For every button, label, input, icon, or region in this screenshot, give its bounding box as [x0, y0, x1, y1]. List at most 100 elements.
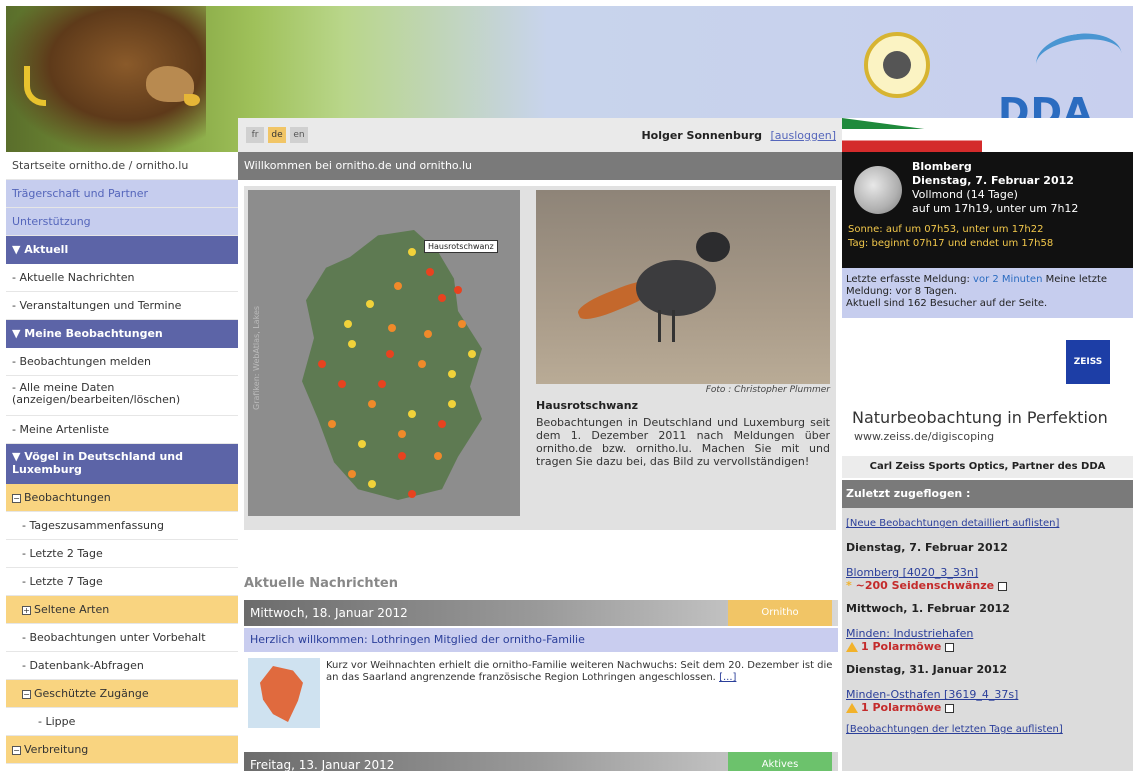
news-body: Kurz vor Weihnachten erhielt die ornitho… [326, 660, 833, 683]
sidebar-item-home[interactable]: Startseite ornitho.de / ornitho.lu [6, 152, 238, 180]
sighting-place-link[interactable]: Minden: Industriehafen [846, 627, 1129, 640]
sidebar-item-support[interactable]: Unterstützung [6, 208, 238, 236]
sidebar-item-label: Beobachtungen [24, 491, 111, 504]
sidebar-item-species-list[interactable]: - Meine Artenliste [6, 416, 238, 444]
sidebar-item-pending[interactable]: - Beobachtungen unter Vorbehalt [6, 624, 238, 652]
lang-fr-button[interactable]: fr [246, 127, 264, 143]
sidebar-section-aktuell[interactable]: ▼ Aktuell [6, 236, 238, 264]
news-category-tag[interactable]: Aktives [728, 752, 832, 771]
observation-dot [448, 400, 456, 408]
welcome-bar: Willkommen bei ornitho.de und ornitho.lu [238, 152, 842, 180]
sighting-count-text: 1 Polarmöwe [861, 701, 942, 714]
news-category-tag[interactable]: Ornitho [728, 600, 832, 626]
observation-dot [398, 452, 406, 460]
sidebar-item-events[interactable]: - Veranstaltungen und Termine [6, 292, 238, 320]
warning-icon [846, 642, 858, 652]
europe-map-thumbnail[interactable] [248, 658, 320, 728]
status-last-report: vor 2 Minuten [973, 274, 1043, 285]
collapse-icon: − [12, 493, 21, 503]
news-date: Freitag, 13. Januar 2012 [250, 758, 395, 771]
sidebar-item-distribution[interactable]: − Verbreitung [6, 736, 238, 764]
sidebar-item-label: Verbreitung [24, 743, 89, 756]
sighting-count: * ~200 Seidenschwänze [846, 579, 1129, 592]
sighting-date: Mittwoch, 1. Februar 2012 [846, 602, 1010, 615]
expand-icon: + [22, 605, 31, 615]
astro-info-box: Blomberg Dienstag, 7. Februar 2012 Vollm… [842, 152, 1133, 268]
sidebar-item-rare[interactable]: + Seltene Arten [6, 596, 238, 624]
sighting-place-link[interactable]: Minden-Osthafen [3619_4_37s] [846, 688, 1129, 701]
sidebar-item-all-data[interactable]: - Alle meine Daten (anzeigen/bearbeiten/… [6, 376, 238, 416]
redstart-leg [658, 310, 661, 342]
details-icon[interactable] [998, 581, 1008, 591]
lang-de-button[interactable]: de [268, 127, 286, 143]
observation-dot [394, 282, 402, 290]
sighting-count: 1 Polarmöwe [846, 640, 1129, 653]
sighting-place-link[interactable]: Blomberg [4020_3_33n] [846, 566, 1129, 579]
details-icon[interactable] [945, 642, 955, 652]
feature-title: Hausrotschwanz [536, 399, 638, 412]
observation-dot [454, 286, 462, 294]
star-icon: * [846, 579, 852, 592]
logout-link[interactable]: [ausloggen] [770, 129, 836, 142]
germany-map-shape [302, 230, 482, 500]
observation-dot [438, 420, 446, 428]
sighting-count: 1 Polarmöwe [846, 701, 1129, 714]
main-content: fr de en Holger Sonnenburg [ausloggen] W… [238, 118, 842, 771]
sidebar-section-label: Vögel in Deutschland und Luxemburg [12, 450, 183, 476]
observation-dot [338, 380, 346, 388]
status-prefix: Letzte erfasste Meldung: [846, 274, 970, 285]
sponsor-url[interactable]: www.zeiss.de/digiscoping [854, 430, 994, 443]
redstart-head [696, 232, 730, 262]
sidebar-item-news[interactable]: - Aktuelle Nachrichten [6, 264, 238, 292]
zeiss-logo[interactable]: ZEISS [1066, 340, 1110, 384]
lang-en-button[interactable]: en [290, 127, 308, 143]
owl-seal-logo [864, 32, 930, 98]
news-title-link[interactable]: Herzlich willkommen: Lothringen Mitglied… [244, 628, 838, 652]
observation-dot [408, 490, 416, 498]
sidebar-item-lippe[interactable]: - Lippe [6, 708, 238, 736]
sidebar-item-last-2-days[interactable]: - Letzte 2 Tage [6, 540, 238, 568]
sidebar-item-report[interactable]: - Beobachtungen melden [6, 348, 238, 376]
sidebar-section-observations[interactable]: ▼ Meine Beobachtungen [6, 320, 238, 348]
redstart-leg [672, 310, 675, 342]
sighting-count-text: ~200 Seidenschwänze [855, 579, 995, 592]
list-new-observations-link[interactable]: [Neue Beobachtungen detailliert aufliste… [846, 518, 1129, 529]
news-date-bar: Mittwoch, 18. Januar 2012 Ornitho [244, 600, 838, 626]
sidebar-item-label: Seltene Arten [34, 603, 110, 616]
sidebar-item-partners[interactable]: Trägerschaft und Partner [6, 180, 238, 208]
sidebar-item-queries[interactable]: - Datenbank-Abfragen [6, 652, 238, 680]
news-heading: Aktuelle Nachrichten [244, 576, 398, 591]
sponsor-partner-bar: Carl Zeiss Sports Optics, Partner des DD… [842, 456, 1133, 478]
moon-icon [854, 166, 902, 214]
status-visitors: Aktuell sind 162 Besucher auf der Seite. [846, 298, 1048, 309]
warning-icon [846, 703, 858, 713]
sidebar-item-protected[interactable]: − Geschützte Zugänge [6, 680, 238, 708]
observation-dot [386, 350, 394, 358]
news-date-bar: Freitag, 13. Januar 2012 Aktives [244, 752, 838, 771]
sidebar-item-daily[interactable]: - Tageszusammenfassung [6, 512, 238, 540]
observation-dot [348, 340, 356, 348]
sidebar-section-label: Meine Beobachtungen [24, 327, 163, 340]
observation-dot [448, 370, 456, 378]
read-more-link[interactable]: [...] [719, 672, 736, 683]
sidebar: Startseite ornitho.de / ornitho.lu Träge… [6, 152, 238, 771]
astro-date: Dienstag, 7. Februar 2012 [912, 174, 1074, 187]
list-recent-days-link[interactable]: [Beobachtungen der letzten Tage aufliste… [846, 724, 1129, 735]
observation-dot [398, 430, 406, 438]
details-icon[interactable] [945, 703, 955, 713]
sidebar-item-beobachtungen[interactable]: − Beobachtungen [6, 484, 238, 512]
sidebar-item-last-7-days[interactable]: - Letzte 7 Tage [6, 568, 238, 596]
language-bar: fr de en Holger Sonnenburg [ausloggen] [238, 118, 842, 152]
astro-location: Blomberg [912, 160, 972, 173]
observation-dot [424, 330, 432, 338]
dda-bird-logo [1032, 28, 1126, 90]
map-species-label: Hausrotschwanz [424, 240, 498, 253]
observation-dot [366, 300, 374, 308]
observation-dot [408, 410, 416, 418]
sidebar-section-birds[interactable]: ▼ Vögel in Deutschland und Luxemburg [6, 444, 238, 484]
distribution-map[interactable]: Hausrotschwanz Grafiken: WebAtlas, Lakes [248, 190, 520, 516]
moon-times: auf um 17h19, unter um 7h12 [912, 202, 1079, 215]
observation-dot [318, 360, 326, 368]
sidebar-section-label: Aktuell [24, 243, 69, 256]
collapse-icon: − [12, 745, 21, 755]
